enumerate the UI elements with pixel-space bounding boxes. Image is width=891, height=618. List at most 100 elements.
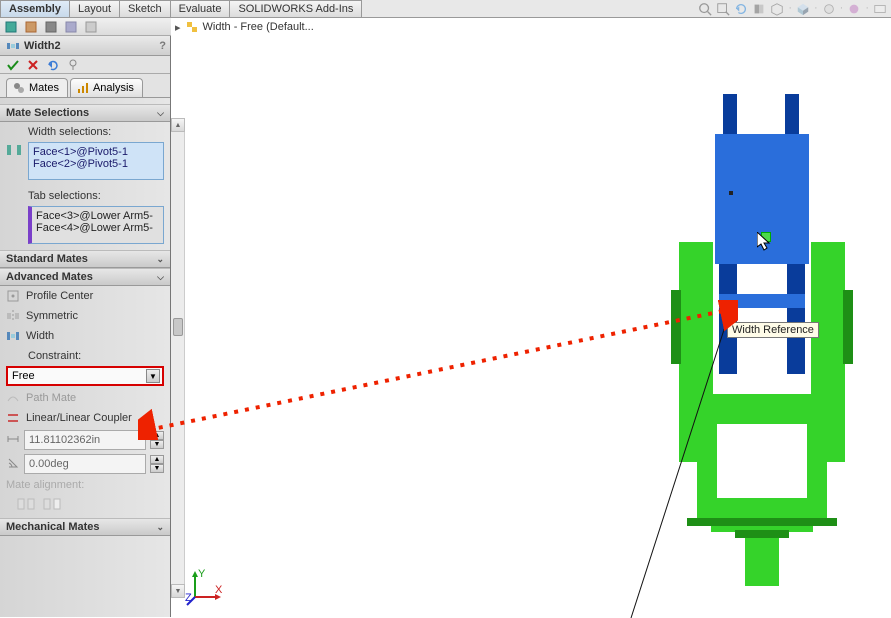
mate-width[interactable]: Width [0, 326, 170, 346]
prev-view-icon[interactable] [734, 2, 748, 16]
angle-icon [6, 456, 20, 473]
section-title: Mate Selections [6, 107, 89, 119]
property-tab-icon[interactable] [24, 20, 38, 34]
view-orient-icon[interactable] [770, 2, 784, 16]
mate-alignment-label: Mate alignment: [0, 476, 170, 494]
feature-tree-tab-icon[interactable] [4, 20, 18, 34]
scroll-up-button[interactable]: ▲ [171, 118, 185, 132]
linear-coupler-icon [6, 411, 20, 425]
section-title: Mechanical Mates [6, 521, 100, 533]
hide-show-icon[interactable] [822, 2, 836, 16]
mate-label: Width [26, 330, 54, 342]
undo-button[interactable] [46, 58, 60, 72]
distance-input[interactable]: 11.81102362in [24, 430, 146, 450]
zoom-area-icon[interactable] [716, 2, 730, 16]
mate-label: Linear/Linear Coupler [26, 412, 132, 424]
display-tab-icon[interactable] [84, 20, 98, 34]
expand-icon: ⌄ [156, 254, 164, 265]
scene-icon[interactable] [873, 2, 887, 16]
mate-linear-coupler[interactable]: Linear/Linear Coupler [0, 408, 170, 428]
dim-tab-icon[interactable] [64, 20, 78, 34]
distance-value: 11.81102362in [29, 434, 100, 446]
tab-label: Evaluate [179, 3, 222, 15]
pm-title: Width2 [24, 40, 61, 52]
spin-up-icon[interactable]: ▲ [150, 431, 164, 440]
ok-button[interactable] [6, 58, 20, 72]
help-icon[interactable]: ? [159, 40, 170, 52]
tab-mates[interactable]: Mates [6, 78, 68, 97]
scroll-thumb[interactable] [173, 318, 183, 336]
mate-symmetric[interactable]: Symmetric [0, 306, 170, 326]
flyout-tree[interactable]: ▸ Width - Free (Default... [175, 20, 314, 34]
align-same-icon[interactable] [16, 496, 36, 512]
width-icon [6, 329, 20, 343]
tab-evaluate[interactable]: Evaluate [170, 0, 231, 17]
spin-down-icon[interactable]: ▼ [150, 464, 164, 473]
tab-selection-list[interactable]: Face<3>@Lower Arm5- Face<4>@Lower Arm5- [28, 206, 164, 244]
view-triad[interactable]: Y X Z [185, 567, 225, 607]
cancel-button[interactable] [26, 58, 40, 72]
axis-y-label: Y [198, 568, 206, 580]
pm-page-tabs: Mates Analysis [0, 74, 170, 98]
axis-z-label: Z [185, 592, 192, 604]
pm-title-bar: Width2 ? [0, 36, 170, 56]
selection-item[interactable]: Face<3>@Lower Arm5- [36, 210, 159, 222]
section-advanced-mates[interactable]: Advanced Mates ⌵ [0, 268, 170, 286]
width-mate-icon [6, 39, 20, 53]
section-title: Advanced Mates [6, 271, 93, 283]
constraint-label: Constraint: [0, 346, 170, 364]
pm-scrollbar-track[interactable]: ▲ ▼ [171, 118, 185, 598]
constraint-dropdown[interactable]: Free ▼ [6, 366, 164, 386]
tab-assembly[interactable]: Assembly [0, 0, 70, 17]
separator: · [814, 2, 818, 16]
tab-analysis[interactable]: Analysis [70, 78, 143, 97]
width-selection-icon[interactable] [6, 142, 22, 158]
tab-addins[interactable]: SOLIDWORKS Add-Ins [229, 0, 362, 17]
appearance-icon[interactable] [847, 2, 861, 16]
zoom-fit-icon[interactable] [698, 2, 712, 16]
distance-icon [6, 432, 20, 449]
assembly-icon [185, 20, 199, 34]
mate-path: Path Mate [0, 388, 170, 408]
selection-item[interactable]: Face<4>@Lower Arm5- [36, 222, 159, 234]
separator: · [840, 2, 844, 16]
selection-item[interactable]: Face<1>@Pivot5-1 [33, 146, 159, 158]
graphics-viewport[interactable]: ▸ Width - Free (Default... Width Referen… [171, 18, 891, 617]
model-view: Width Reference [671, 94, 861, 604]
display-style-icon[interactable] [796, 2, 810, 16]
profile-center-icon [6, 289, 20, 303]
tab-selections-label: Tab selections: [0, 186, 170, 204]
tab-layout[interactable]: Layout [69, 0, 120, 17]
config-tab-icon[interactable] [44, 20, 58, 34]
scroll-down-button[interactable]: ▼ [171, 584, 185, 598]
chevron-down-icon: ▼ [146, 369, 160, 383]
collapse-icon: ⌵ [157, 272, 164, 283]
section-mechanical-mates[interactable]: Mechanical Mates ⌄ [0, 518, 170, 536]
feature-manager-tabs [0, 18, 171, 36]
angle-input[interactable]: 0.00deg [24, 454, 146, 474]
align-opposed-icon[interactable] [42, 496, 62, 512]
mate-profile-center[interactable]: Profile Center [0, 286, 170, 306]
spin-up-icon[interactable]: ▲ [150, 455, 164, 464]
tooltip-width-reference: Width Reference [727, 322, 819, 338]
expand-icon[interactable]: ▸ [175, 21, 181, 34]
pushpin-button[interactable] [66, 58, 80, 72]
section-view-icon[interactable] [752, 2, 766, 16]
section-mate-selections[interactable]: Mate Selections ⌵ [0, 104, 170, 122]
tab-sketch[interactable]: Sketch [119, 0, 171, 17]
selection-item[interactable]: Face<2>@Pivot5-1 [33, 158, 159, 170]
distance-spinners[interactable]: ▲▼ [150, 431, 164, 449]
tab-label: Assembly [9, 3, 61, 15]
angle-value: 0.00deg [29, 458, 69, 470]
mouse-cursor [757, 232, 771, 252]
analysis-icon [77, 82, 89, 94]
tooltip-text: Width Reference [732, 324, 814, 336]
separator: · [865, 2, 869, 16]
angle-spinners[interactable]: ▲▼ [150, 455, 164, 473]
width-selection-list[interactable]: Face<1>@Pivot5-1 Face<2>@Pivot5-1 [28, 142, 164, 180]
mate-label: Symmetric [26, 310, 78, 322]
section-standard-mates[interactable]: Standard Mates ⌄ [0, 250, 170, 268]
spin-down-icon[interactable]: ▼ [150, 440, 164, 449]
width-selections-label: Width selections: [0, 122, 170, 140]
separator: · [788, 2, 792, 16]
